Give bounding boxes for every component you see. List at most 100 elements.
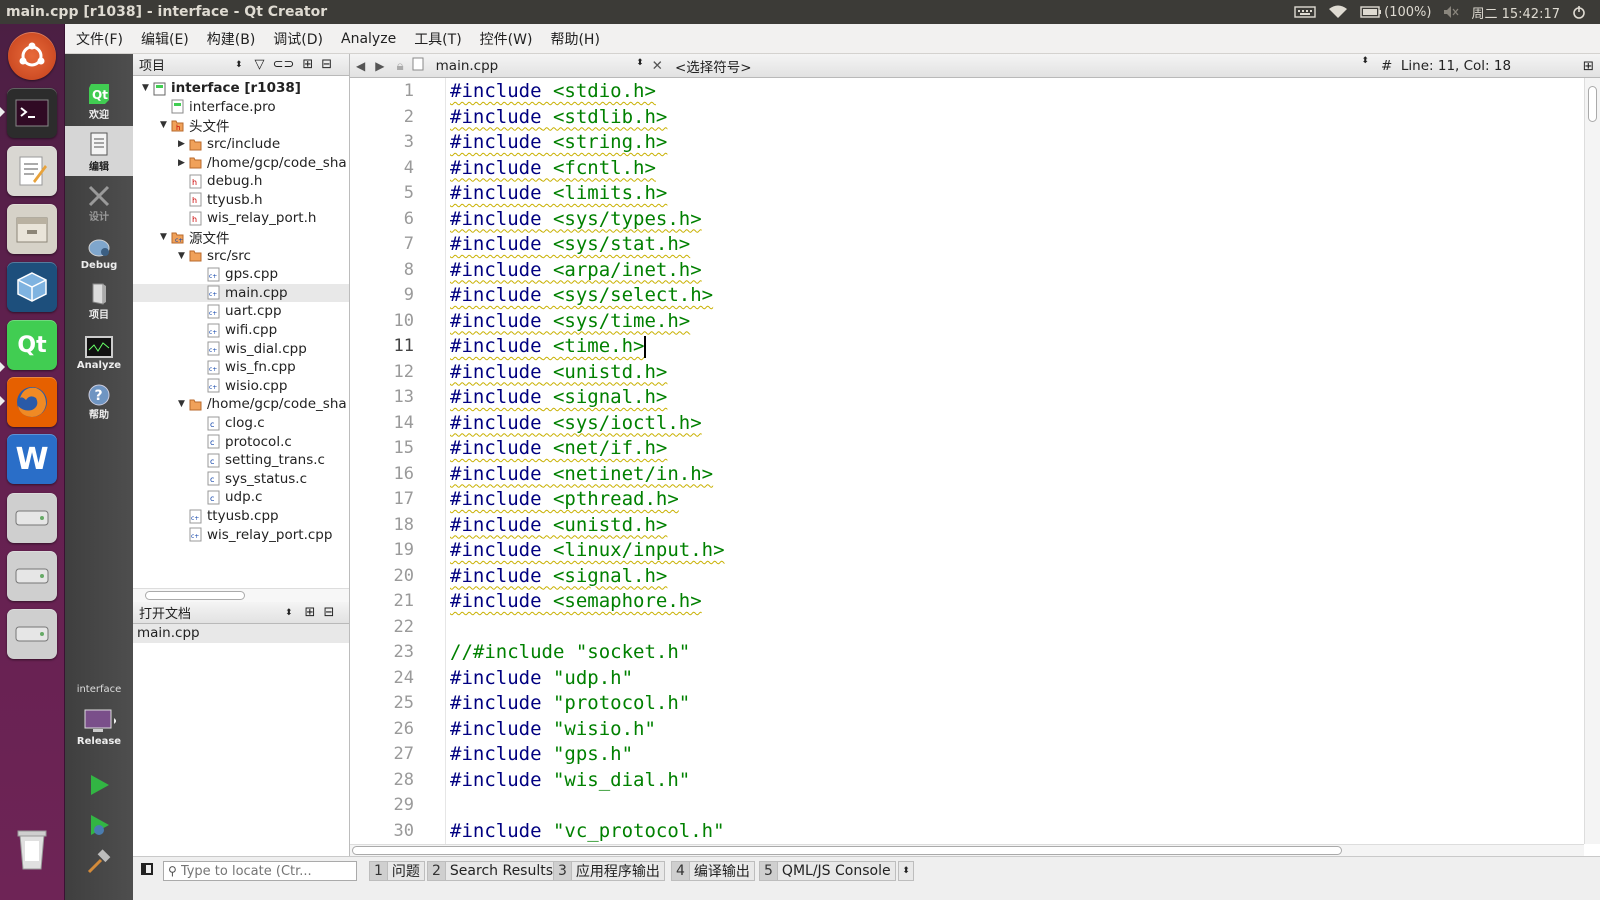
split-icon[interactable]: ⊞: [305, 605, 316, 620]
tree-item[interactable]: c+ wis_relay_port.cpp: [133, 525, 349, 544]
tree-item[interactable]: ▶ src/include: [133, 135, 349, 154]
text-editor-icon[interactable]: [7, 146, 57, 196]
tree-item[interactable]: c+ wisio.cpp: [133, 377, 349, 396]
output-tab[interactable]: 2 Search Results: [427, 861, 559, 881]
projects-pane-title[interactable]: 项目: [139, 55, 235, 74]
tree-item[interactable]: ▼ c+ 源文件: [133, 228, 349, 246]
output-tab[interactable]: 3 应用程序输出: [553, 861, 665, 881]
drive-icon[interactable]: [7, 609, 57, 659]
editor-vscrollbar[interactable]: [1584, 78, 1600, 844]
close-pane-icon[interactable]: ⊟: [323, 605, 334, 620]
code-line[interactable]: #include <sys/types.h>: [450, 207, 702, 231]
close-document-icon[interactable]: ✕: [652, 58, 663, 74]
tree-item[interactable]: c clog.c: [133, 414, 349, 433]
expanded-arrow-icon[interactable]: ▼: [177, 399, 186, 409]
tree-item[interactable]: c+ main.cpp: [133, 283, 349, 303]
trash-icon[interactable]: [7, 824, 57, 874]
code-line[interactable]: #include <unistd.h>: [450, 513, 667, 537]
mode-design[interactable]: 设计: [65, 178, 133, 226]
code-line[interactable]: #include <arpa/inet.h>: [450, 258, 702, 282]
menu-item[interactable]: 控件(W): [471, 29, 542, 49]
terminal-icon[interactable]: [7, 88, 57, 138]
menu-item[interactable]: 帮助(H): [541, 29, 608, 49]
code-line[interactable]: #include "udp.h": [450, 666, 633, 690]
tree-item[interactable]: c+ wis_dial.cpp: [133, 339, 349, 358]
symbol-selector[interactable]: <选择符号> ⬍: [675, 56, 1369, 76]
more-panes-arrows-icon[interactable]: ⬍: [898, 861, 914, 881]
volume-icon[interactable]: [1443, 5, 1459, 19]
run-button[interactable]: [65, 760, 133, 800]
menu-item[interactable]: 工具(T): [405, 29, 470, 49]
tree-item[interactable]: c+ wifi.cpp: [133, 321, 349, 340]
tree-item[interactable]: interface.pro: [133, 98, 349, 117]
code-line[interactable]: #include <sys/time.h>: [450, 309, 690, 333]
tree-item[interactable]: c sys_status.c: [133, 470, 349, 489]
tree-item[interactable]: c udp.c: [133, 488, 349, 507]
code-line[interactable]: #include <fcntl.h>: [450, 156, 656, 180]
split-icon[interactable]: ⊞: [302, 57, 313, 72]
tree-item[interactable]: ▼ src/src: [133, 246, 349, 265]
ubuntu-dash-icon[interactable]: [8, 32, 56, 80]
output-tab[interactable]: 4 编译输出: [671, 861, 755, 881]
qt-creator-icon[interactable]: Qt: [7, 320, 57, 370]
firefox-icon[interactable]: [7, 377, 57, 427]
expanded-arrow-icon[interactable]: ▼: [177, 251, 186, 261]
filter-icon[interactable]: ▽: [255, 57, 265, 72]
tree-item[interactable]: ▼ /home/gcp/code_sha: [133, 395, 349, 414]
kit-selector[interactable]: Release: [65, 698, 133, 750]
tree-item[interactable]: c setting_trans.c: [133, 451, 349, 470]
clock[interactable]: 周二 15:42:17: [1471, 3, 1560, 22]
code-line[interactable]: //#include "socket.h": [450, 640, 690, 664]
code-line[interactable]: #include <sys/ioctl.h>: [450, 411, 702, 435]
code-line[interactable]: #include <unistd.h>: [450, 360, 667, 384]
code-line[interactable]: #include <time.h>: [450, 334, 647, 358]
code-line[interactable]: #include <limits.h>: [450, 181, 667, 205]
code-line[interactable]: #include <string.h>: [450, 130, 667, 154]
tree-item[interactable]: h debug.h: [133, 172, 349, 191]
document-selector[interactable]: main.cpp ⬍: [436, 58, 644, 74]
tree-item[interactable]: c+ uart.cpp: [133, 302, 349, 321]
forward-icon[interactable]: ▶: [375, 59, 384, 73]
mode-edit[interactable]: 编辑: [65, 126, 133, 176]
expanded-arrow-icon[interactable]: ▼: [159, 120, 168, 130]
code-line[interactable]: #include <signal.h>: [450, 385, 667, 409]
code-line[interactable]: #include "gps.h": [450, 742, 633, 766]
mode-analyze[interactable]: Analyze: [65, 326, 133, 374]
tree-hscrollbar[interactable]: [133, 588, 349, 602]
tree-item[interactable]: c+ ttyusb.cpp: [133, 507, 349, 526]
lock-icon[interactable]: 🔒︎: [396, 58, 403, 74]
menu-item[interactable]: 文件(F): [67, 29, 132, 49]
collapsed-arrow-icon[interactable]: ▶: [177, 139, 186, 149]
code-line[interactable]: #include <netinet/in.h>: [450, 462, 713, 486]
locator-input[interactable]: ⚲: [163, 861, 357, 881]
code-line[interactable]: #include <linux/input.h>: [450, 538, 725, 562]
code-line[interactable]: #include <stdlib.h>: [450, 105, 667, 129]
file-manager-icon[interactable]: [7, 204, 57, 254]
pane-selector-arrows-icon[interactable]: ⬍: [285, 608, 293, 618]
menu-item[interactable]: Analyze: [332, 31, 405, 47]
code-line[interactable]: #include <signal.h>: [450, 564, 667, 588]
tree-item[interactable]: c+ gps.cpp: [133, 265, 349, 284]
code-area[interactable]: #include <stdio.h> #include <stdlib.h> #in…: [450, 78, 1560, 844]
keyboard-icon[interactable]: [1294, 6, 1316, 18]
code-line[interactable]: #include "wis_dial.h": [450, 768, 690, 792]
build-button[interactable]: [65, 838, 133, 878]
code-line[interactable]: #include <stdio.h>: [450, 79, 656, 103]
open-docs-title[interactable]: 打开文档: [139, 603, 285, 622]
output-tab[interactable]: 1 问题: [369, 861, 425, 881]
mode-debug[interactable]: Debug: [65, 226, 133, 274]
code-line[interactable]: #include <pthread.h>: [450, 487, 679, 511]
drive-icon[interactable]: [7, 493, 57, 543]
wifi-icon[interactable]: [1328, 5, 1348, 19]
mode-projects[interactable]: 项目: [65, 276, 133, 324]
pane-selector-arrows-icon[interactable]: ⬍: [235, 60, 243, 70]
output-tab[interactable]: 5 QML/JS Console: [759, 861, 896, 881]
tree-item[interactable]: c+ wis_fn.cpp: [133, 358, 349, 377]
collapsed-arrow-icon[interactable]: ▶: [177, 158, 186, 168]
mode-welcome[interactable]: Qt 欢迎: [65, 76, 133, 124]
locator-field[interactable]: [180, 863, 341, 879]
code-line[interactable]: #include <net/if.h>: [450, 436, 667, 460]
power-icon[interactable]: [1572, 5, 1586, 19]
menu-item[interactable]: 构建(B): [198, 29, 265, 49]
tree-item[interactable]: ▶ /home/gcp/code_sha: [133, 153, 349, 172]
